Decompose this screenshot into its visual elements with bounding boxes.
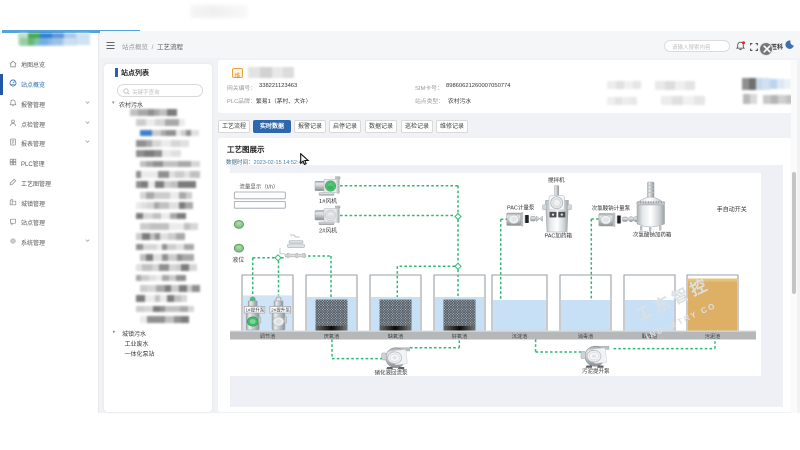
svg-text:手自动开关: 手自动开关 (717, 206, 747, 214)
svg-text:厌氧池: 厌氧池 (324, 332, 340, 340)
svg-text:好氧池: 好氧池 (452, 332, 468, 340)
svg-text:消毒池: 消毒池 (578, 332, 594, 340)
svg-text:次氯酸钠加药箱: 次氯酸钠加药箱 (633, 231, 672, 239)
svg-text:硝化液回流泵: 硝化液回流泵 (375, 369, 409, 377)
svg-text:污泥提升泵: 污泥提升泵 (582, 367, 610, 375)
svg-text:PAC加药箱: PAC加药箱 (545, 232, 573, 240)
svg-text:缺氧池: 缺氧池 (388, 332, 404, 340)
svg-text:污泥池: 污泥池 (705, 332, 721, 340)
svg-text:调节池: 调节池 (260, 332, 276, 340)
svg-text:2#提升泵: 2#提升泵 (271, 307, 290, 314)
svg-text:流量显示（t/h）: 流量显示（t/h） (239, 183, 278, 191)
svg-text:1#风机: 1#风机 (319, 197, 337, 205)
svg-text:沉淀池: 沉淀池 (512, 332, 528, 340)
svg-text:搅拌机: 搅拌机 (548, 176, 565, 184)
svg-text:次氯酸钠计量泵: 次氯酸钠计量泵 (592, 204, 631, 212)
svg-text:1#提升泵: 1#提升泵 (246, 307, 265, 314)
svg-text:PAC计量泵: PAC计量泵 (507, 204, 535, 212)
svg-text:2#风机: 2#风机 (319, 227, 337, 235)
svg-text:液位: 液位 (232, 256, 244, 264)
